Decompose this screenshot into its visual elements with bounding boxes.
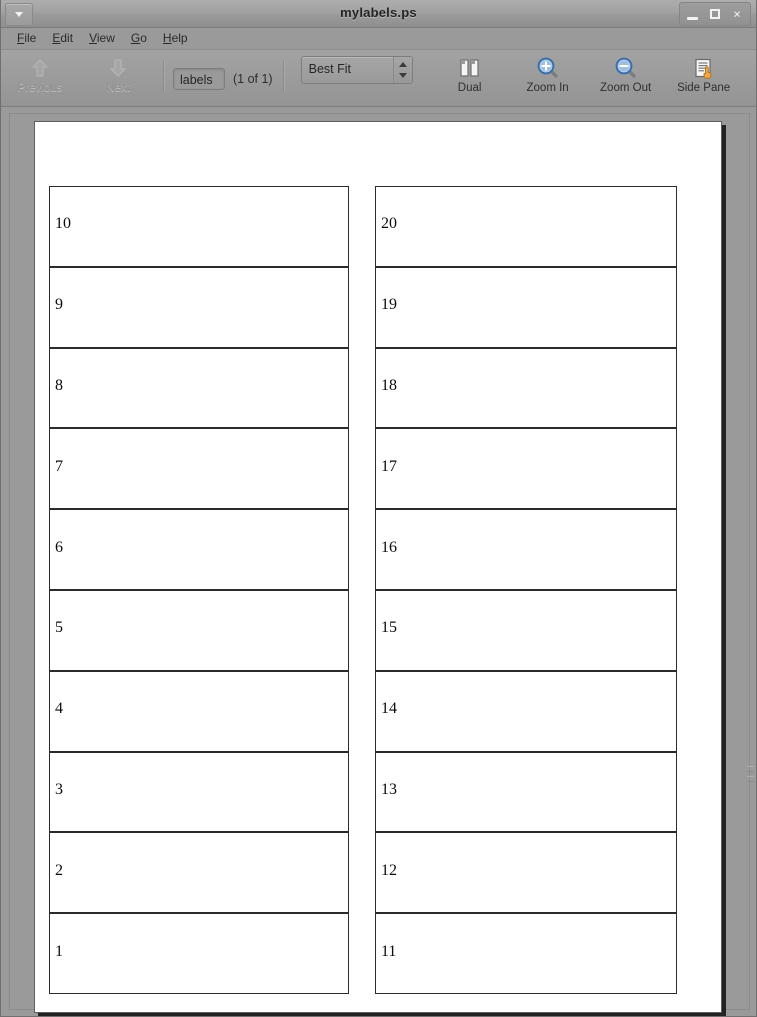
previous-page-button[interactable]: Previous [1, 54, 79, 100]
zoom-out-label: Zoom Out [600, 82, 652, 94]
arrow-up-icon [27, 57, 53, 79]
labels-grid: 10 20 9 19 8 18 7 17 6 16 5 15 4 14 3 13 [49, 186, 677, 998]
dual-page-label: Dual [457, 82, 482, 94]
label-cell: 11 [375, 913, 677, 994]
label-number: 3 [55, 781, 63, 799]
menu-item-file-label: ile [24, 31, 37, 45]
label-cell: 19 [375, 266, 677, 348]
label-cell: 3 [49, 751, 349, 833]
label-cell: 9 [49, 266, 349, 348]
label-cell: 15 [375, 589, 677, 671]
menu-item-edit[interactable]: Edit [44, 30, 81, 47]
document-viewport[interactable]: 10 20 9 19 8 18 7 17 6 16 5 15 4 14 3 13 [1, 107, 756, 1016]
menu-item-view-label: iew [96, 31, 115, 45]
label-number: 20 [381, 215, 397, 233]
label-number: 17 [381, 457, 397, 475]
label-cell: 8 [49, 347, 349, 429]
close-icon: × [733, 6, 741, 22]
label-number: 12 [381, 861, 397, 879]
label-number: 5 [55, 619, 63, 637]
zoom-in-label: Zoom In [526, 82, 569, 94]
label-number: 16 [381, 538, 397, 556]
menu-item-help-label: elp [171, 31, 188, 45]
menu-item-file[interactable]: File [9, 30, 44, 47]
label-number: 2 [55, 861, 63, 879]
zoom-level-select[interactable]: Best Fit [300, 56, 413, 84]
label-cell: 18 [375, 347, 677, 429]
zoom-level-value: Best Fit [308, 62, 351, 76]
viewport-inner: 10 20 9 19 8 18 7 17 6 16 5 15 4 14 3 13 [9, 113, 750, 1013]
label-cell: 17 [375, 428, 677, 510]
page-count-label: (1 of 1) [233, 72, 273, 86]
maximize-button[interactable] [704, 5, 726, 24]
page-entry-group: labels (1 of 1) [173, 54, 273, 102]
side-pane-label: Side Pane [677, 82, 731, 94]
label-number: 8 [55, 377, 63, 395]
label-cell: 12 [375, 832, 677, 914]
menu-item-go-label: o [140, 31, 147, 45]
toolbar-separator-2 [282, 61, 285, 91]
label-cell: 16 [375, 509, 677, 590]
label-number: 4 [55, 700, 63, 718]
label-cell: 13 [375, 751, 677, 833]
application-window: mylabels.ps × File Edit View Go Help Pre… [0, 0, 757, 1017]
dual-page-icon [457, 57, 483, 79]
label-number: 11 [381, 942, 397, 960]
label-cell: 10 [49, 186, 349, 267]
minimize-icon [687, 16, 698, 20]
title-bar: mylabels.ps × [1, 0, 756, 28]
zoom-in-button[interactable]: Zoom In [509, 54, 587, 100]
arrow-down-icon [105, 57, 131, 79]
label-number: 19 [381, 296, 397, 314]
label-cell: 2 [49, 832, 349, 914]
page-number-input[interactable]: labels [173, 68, 225, 90]
minimize-button[interactable] [682, 5, 704, 24]
label-number: 14 [381, 700, 397, 718]
dual-page-button[interactable]: Dual [431, 54, 509, 100]
menu-item-view[interactable]: View [81, 30, 123, 47]
next-page-label: Next [106, 82, 130, 94]
menu-item-help[interactable]: Help [155, 30, 196, 47]
maximize-icon [710, 8, 720, 19]
label-cell: 1 [49, 913, 349, 994]
side-pane-icon [691, 57, 717, 79]
menu-bar: File Edit View Go Help [1, 28, 756, 50]
label-cell: 14 [375, 670, 677, 752]
label-cell: 6 [49, 509, 349, 590]
toolbar-separator-1 [163, 61, 165, 91]
window-resize-grip[interactable] [747, 766, 754, 804]
zoom-out-icon [613, 57, 639, 79]
label-cell: 5 [49, 589, 349, 671]
menu-item-view-mnemonic: V [89, 31, 97, 45]
close-button[interactable]: × [726, 5, 748, 24]
toolbar: Previous Next labels (1 of 1) Best Fit D… [1, 50, 756, 107]
label-cell: 20 [375, 186, 677, 267]
label-number: 1 [55, 942, 63, 960]
window-controls: × [679, 2, 751, 26]
zoom-out-button[interactable]: Zoom Out [587, 54, 665, 100]
label-number: 13 [381, 781, 397, 799]
label-cell: 7 [49, 428, 349, 510]
menu-item-edit-label: dit [60, 31, 74, 45]
label-number: 10 [55, 215, 71, 233]
label-number: 18 [381, 377, 397, 395]
spinner-arrows-icon[interactable] [392, 57, 412, 83]
side-pane-button[interactable]: Side Pane [665, 54, 743, 100]
label-number: 7 [55, 457, 63, 475]
label-number: 9 [55, 296, 63, 314]
next-page-button[interactable]: Next [79, 54, 157, 100]
menu-item-go-mnemonic: G [130, 31, 141, 45]
label-number: 15 [381, 619, 397, 637]
window-title: mylabels.ps [340, 5, 417, 20]
document-page: 10 20 9 19 8 18 7 17 6 16 5 15 4 14 3 13 [34, 121, 722, 1013]
label-cell: 4 [49, 670, 349, 752]
label-number: 6 [55, 538, 63, 556]
menu-item-help-mnemonic: H [162, 31, 172, 45]
previous-page-label: Previous [17, 82, 63, 94]
zoom-in-icon [535, 57, 561, 79]
menu-item-go[interactable]: Go [123, 30, 155, 47]
